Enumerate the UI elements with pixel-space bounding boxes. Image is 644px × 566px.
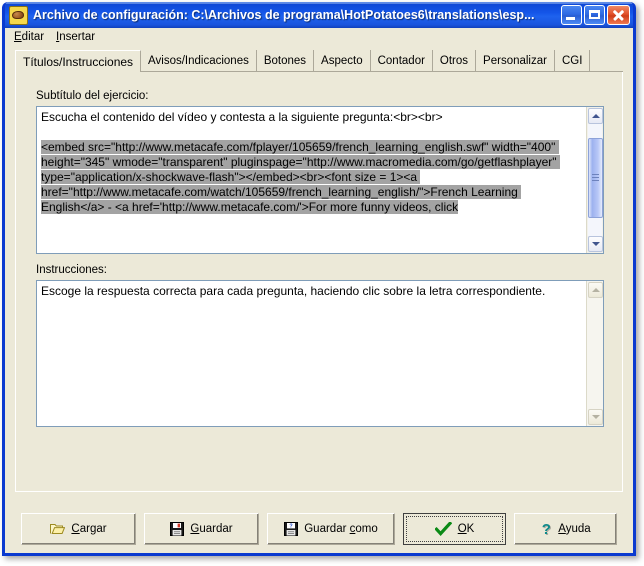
close-button[interactable]: [607, 5, 630, 25]
menu-item-insertar[interactable]: Insertar: [53, 30, 104, 44]
minimize-button[interactable]: [561, 5, 582, 25]
menu-bar: Editar Insertar: [5, 28, 633, 46]
window-title: Archivo de configuración: C:\Archivos de…: [33, 8, 535, 22]
instructions-text-content[interactable]: Escoge la respuesta correcta para cada p…: [37, 281, 586, 426]
tab-label: Otros: [439, 54, 469, 67]
focus-rectangle: [406, 516, 503, 542]
open-folder-icon: [50, 523, 66, 535]
maximize-button[interactable]: [584, 5, 605, 25]
subtitle-text-content[interactable]: Escucha el contenido del vídeo y contest…: [37, 107, 586, 253]
scroll-down-arrow-icon[interactable]: [588, 236, 603, 252]
tab-otros[interactable]: Otros: [432, 50, 477, 71]
help-button-label: Ayuda: [558, 523, 591, 535]
save-button[interactable]: Guardar: [144, 513, 259, 545]
client-area: Títulos/Instrucciones Avisos/Indicacione…: [5, 46, 633, 553]
tab-page-titulos-instrucciones: Subtítulo del ejercicio: Escucha el cont…: [15, 72, 623, 492]
config-file-window: Archivo de configuración: C:\Archivos de…: [2, 2, 636, 556]
instructions-textarea[interactable]: Escoge la respuesta correcta para cada p…: [36, 280, 604, 427]
tab-avisos-indicaciones[interactable]: Avisos/Indicaciones: [141, 50, 257, 71]
tab-botones[interactable]: Botones: [256, 50, 315, 71]
subtitle-label: Subtítulo del ejercicio:: [36, 90, 149, 102]
tab-cgi[interactable]: CGI: [554, 50, 591, 71]
load-button-label: Cargar: [71, 523, 107, 535]
tab-label: Avisos/Indicaciones: [148, 54, 249, 67]
question-mark-icon: ?: [541, 520, 551, 538]
tab-label: CGI: [561, 54, 583, 67]
tab-contador[interactable]: Contador: [370, 50, 433, 71]
help-button[interactable]: ? Ayuda: [514, 513, 617, 545]
title-bar[interactable]: Archivo de configuración: C:\Archivos de…: [5, 2, 633, 28]
tab-label: Personalizar: [483, 54, 547, 67]
tab-label: Contador: [377, 54, 425, 67]
tab-personalizar[interactable]: Personalizar: [476, 50, 555, 71]
tab-aspecto[interactable]: Aspecto: [314, 50, 371, 71]
tab-label: Títulos/Instrucciones: [23, 54, 134, 69]
window-bottom-strip: [5, 550, 633, 553]
subtitle-blank-line: [41, 125, 44, 139]
subtitle-plain-line: Escucha el contenido del vídeo y contest…: [41, 110, 443, 124]
tab-label: Botones: [263, 54, 307, 67]
menu-item-editar-label: ditar: [21, 31, 45, 43]
tab-strip: Títulos/Instrucciones Avisos/Indicacione…: [15, 50, 623, 72]
instructions-label: Instrucciones:: [36, 264, 107, 276]
scroll-up-arrow-icon[interactable]: [588, 108, 603, 124]
menu-item-insertar-label: nsertar: [59, 31, 96, 43]
tab-label: Aspecto: [321, 54, 363, 67]
svg-text:?: ?: [290, 524, 293, 530]
scroll-down-arrow-icon[interactable]: [588, 409, 603, 425]
button-bar: Cargar Guardar ? Guardar como OK ? Ayuda: [15, 513, 623, 545]
save-as-button-label: Guardar como: [304, 523, 378, 535]
potato-icon[interactable]: [9, 5, 28, 25]
menu-item-editar[interactable]: Editar: [11, 30, 53, 44]
floppy-disk-icon: [170, 522, 185, 536]
save-as-button[interactable]: ? Guardar como: [267, 513, 395, 545]
green-check-icon: [433, 521, 452, 536]
instructions-vertical-scrollbar[interactable]: [586, 281, 603, 426]
scrollbar-thumb[interactable]: [588, 138, 603, 218]
subtitle-textarea[interactable]: Escucha el contenido del vídeo y contest…: [36, 106, 604, 254]
subtitle-selected-text: <embed src="http://www.metacafe.com/fpla…: [41, 140, 560, 214]
floppy-disk-question-icon: ?: [284, 522, 299, 536]
subtitle-vertical-scrollbar[interactable]: [586, 107, 603, 253]
load-button[interactable]: Cargar: [21, 513, 136, 545]
ok-button[interactable]: OK: [403, 513, 506, 545]
scroll-up-arrow-icon[interactable]: [588, 282, 603, 298]
save-button-label: Guardar: [190, 523, 233, 535]
tab-strip-filler: [590, 50, 623, 71]
window-controls: [561, 5, 631, 25]
tab-titulos-instrucciones[interactable]: Títulos/Instrucciones: [15, 50, 142, 72]
